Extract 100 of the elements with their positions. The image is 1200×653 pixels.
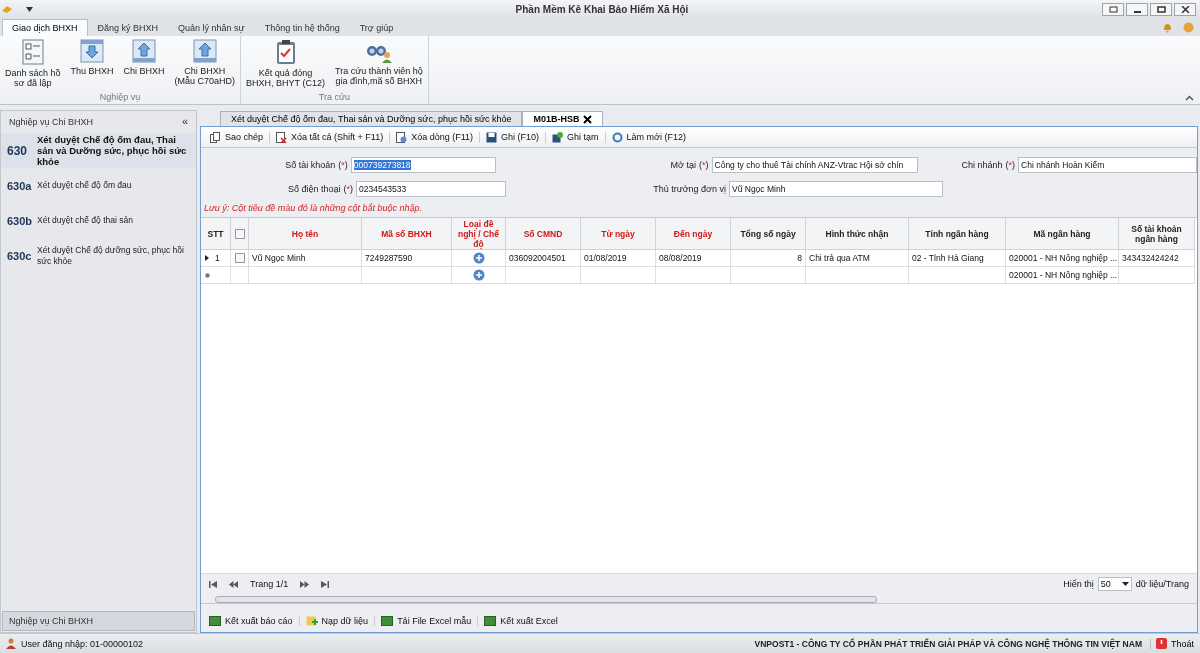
ribbon-button[interactable]: Chi BHXH (Mẫu C70aHD)	[169, 39, 241, 92]
last-page-icon[interactable]	[321, 580, 330, 588]
save-icon	[486, 131, 498, 143]
ribbon-button[interactable]: Kết quả đóng BHXH, BHYT (C12)	[241, 39, 330, 92]
close-icon[interactable]	[583, 114, 593, 124]
checklist-icon	[21, 39, 44, 65]
new-row-icon	[205, 272, 210, 278]
column-header[interactable]: Mã ngân hàng	[1033, 228, 1091, 239]
close-icon	[1180, 5, 1190, 13]
toolbar-button[interactable]: Xóa tất cả (Shift + F11)	[270, 131, 391, 143]
ribbon-button[interactable]: Thu BHXH	[65, 39, 119, 92]
maximize-button[interactable]	[1150, 2, 1172, 16]
horizontal-scrollbar[interactable]	[201, 594, 1197, 604]
previous-page-icon[interactable]	[229, 580, 238, 588]
close-button[interactable]	[1174, 2, 1196, 16]
table-cell: Chi trả qua ATM	[806, 250, 909, 267]
field-label: Mở tại	[670, 160, 696, 170]
spreadsheet-icon	[381, 616, 394, 626]
ribbon-button[interactable]: Danh sách hồ sơ đã lập	[0, 39, 66, 92]
user-icon	[6, 638, 16, 649]
column-header[interactable]: Mã số BHXH	[381, 228, 432, 239]
sidebar-item[interactable]: 630 Xét duyệt Chế độ ốm đau, Thai sản và Dưỡng sức, phục hồi sức khỏe	[1, 133, 196, 168]
toolbar-button[interactable]: Ghi tạm	[546, 131, 606, 143]
logged-in-user: User đăng nhập: 01-00000102	[21, 638, 144, 649]
document-tab[interactable]: M01B-HSB	[522, 111, 604, 126]
required-note: Lưu ý: Cột tiêu đề màu đỏ là những cột bắt buộc nhập.	[203, 202, 424, 215]
input-field[interactable]: Vũ Ngọc Minh	[729, 181, 943, 197]
toolbar-button[interactable]: Tải File Excel mẫu	[375, 616, 479, 626]
collapse-sidebar-button[interactable]: «	[181, 117, 188, 127]
sidebar-section-button[interactable]: Nghiệp vụ Chi BHXH	[2, 611, 195, 631]
sidebar-title: Nghiệp vụ Chi BHXH	[9, 117, 94, 127]
table-cell: 020001 - NH Nông nghiệp ...	[1006, 250, 1119, 267]
sidebar-item[interactable]: 630a Xét duyệt chế độ ốm đau	[1, 168, 196, 203]
toolbar-button[interactable]: Nạp dữ liệu	[299, 616, 376, 626]
table-cell: 020001 - NH Nông nghiệp ...	[1006, 267, 1119, 284]
column-header[interactable]: Từ ngày	[601, 228, 635, 239]
add-data-icon	[305, 616, 318, 626]
add-icon[interactable]	[472, 252, 485, 264]
spreadsheet-icon	[209, 616, 221, 626]
company-name: VNPOST1 - CÔNG TY CỔ PHẦN PHÁT TRIỂN GIẢI PHÁP VÀ CÔNG NGHỆ THÔNG TIN VIỆT NAM	[754, 638, 1151, 649]
toolbar-button[interactable]: Ghi (F10)	[480, 131, 547, 143]
row-checkbox[interactable]	[234, 253, 245, 263]
required-marker: (*)	[343, 184, 353, 194]
column-header[interactable]: Số CMND	[523, 228, 563, 239]
caret-icon	[1121, 582, 1129, 586]
input-field[interactable]: Chi nhánh Hoàn Kiếm	[1018, 157, 1197, 173]
toolbar-button[interactable]: Sao chép	[204, 131, 271, 143]
input-field[interactable]: 0234543533	[356, 181, 506, 197]
maximize-icon	[1156, 5, 1166, 13]
toolbar-button[interactable]: Làm mới (F12)	[605, 131, 692, 143]
toolbar-button[interactable]: Kết xuất Excel	[478, 616, 564, 626]
window-icon	[1108, 5, 1118, 13]
ribbon-tab[interactable]: Quản lý nhân sự	[168, 19, 255, 36]
ribbon-group-label: Nghiệp vụ	[98, 92, 142, 104]
refresh-icon	[611, 131, 623, 143]
column-header[interactable]: Họ tên	[291, 228, 319, 239]
current-row-icon	[205, 255, 209, 261]
document-tab[interactable]: Xét duyệt Chế độ ốm đau, Thai sản và Dưỡng sức, phục hồi sức khỏe	[220, 111, 523, 126]
page-indicator: Trang 1/1	[250, 579, 289, 589]
field-label: Chi nhánh	[961, 160, 1003, 170]
add-icon[interactable]	[472, 269, 485, 281]
table-cell: Vũ Ngọc Minh	[249, 250, 362, 267]
column-header[interactable]: STT	[207, 228, 224, 239]
sidebar-item[interactable]: 630c Xét duyệt Chế độ dưỡng sức, phục hồi sức khỏe	[1, 238, 196, 273]
input-field[interactable]: Công ty cho thuê Tài chính ANZ-Vtrac Hội sở chín	[711, 157, 919, 173]
required-marker: (*)	[699, 160, 709, 170]
table-cell: 08/08/2019	[656, 250, 731, 267]
required-marker: (*)	[1005, 160, 1016, 170]
logout-button[interactable]: Thoát	[1156, 638, 1194, 649]
minimize-button[interactable]	[1126, 2, 1148, 16]
ribbon-tab[interactable]: Giao dịch BHXH	[2, 19, 88, 36]
first-page-icon[interactable]	[209, 580, 217, 588]
toolbar-button[interactable]: Kết xuất báo cáo	[203, 616, 300, 626]
input-field[interactable]: 000739273818	[350, 157, 496, 173]
select-all-checkbox[interactable]	[234, 228, 245, 239]
remove-document-icon	[396, 131, 408, 143]
window-title: Phần Mềm Kê Khai Bảo Hiểm Xã Hội	[514, 3, 690, 15]
next-page-icon[interactable]	[300, 580, 310, 588]
ribbon-tab[interactable]: Đăng ký BHXH	[87, 19, 169, 36]
page-size-label: Hiển thị	[1063, 579, 1094, 589]
sidebar-item[interactable]: 630b Xét duyệt chế độ thai sản	[1, 203, 196, 238]
ribbon-group-label: Tra cứu	[317, 92, 351, 104]
table-cell: 8	[731, 250, 806, 267]
table-cell: 02 - Tỉnh Hà Giang	[909, 250, 1006, 267]
copy-icon	[210, 131, 221, 143]
clipboard-check-icon	[274, 39, 297, 65]
column-header[interactable]: Đến ngày	[673, 228, 713, 239]
ribbon-tab[interactable]: Thông tin hệ thống	[254, 19, 350, 36]
ribbon-button[interactable]: Tra cứu thành viên hộ gia đình,mã số BHXH	[329, 39, 428, 92]
dropdown-icon[interactable]	[26, 6, 33, 12]
spreadsheet-icon	[484, 616, 497, 626]
table-cell: 01/08/2019	[581, 250, 656, 267]
page-size-dropdown[interactable]: 50	[1097, 577, 1132, 591]
power-icon	[1156, 638, 1167, 649]
toolbar-button[interactable]: Xóa dòng (F11)	[390, 131, 481, 143]
ribbon-button[interactable]: Chi BHXH	[118, 39, 170, 92]
draft-save-icon	[552, 131, 564, 143]
collapse-ribbon-icon[interactable]	[1185, 95, 1194, 101]
ribbon-tab[interactable]: Trợ giúp	[349, 19, 404, 36]
row-number: 1	[215, 253, 220, 263]
